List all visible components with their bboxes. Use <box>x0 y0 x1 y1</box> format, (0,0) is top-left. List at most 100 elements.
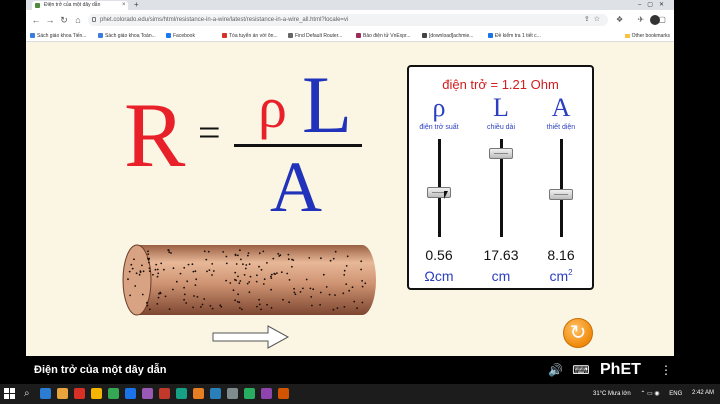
impurity-dot <box>294 293 297 296</box>
folder-icon <box>624 34 630 38</box>
impurity-dot <box>211 307 214 310</box>
taskbar-app-icon[interactable] <box>210 388 221 399</box>
bookmark-item[interactable]: Tòa tuyển án với ôn... <box>222 30 278 42</box>
bookmark-item[interactable]: Đề kiểm tra 1 tiết c... <box>488 30 541 42</box>
impurity-dot <box>302 287 304 290</box>
sim-navbar: Điện trở của một dây dẫn 🔊 ⌨ PhET ⋮ <box>26 356 674 384</box>
bookmark-item[interactable]: Find Default Router... <box>288 30 342 42</box>
impurity-dot <box>183 298 185 301</box>
windows-start-icon[interactable] <box>4 388 16 400</box>
unit-text: cm <box>549 268 569 284</box>
impurity-dot <box>239 249 241 252</box>
impurity-dot <box>194 270 197 273</box>
language-indicator[interactable]: ENG <box>669 391 682 397</box>
taskbar-app-icon[interactable] <box>125 388 136 399</box>
slider-thumb[interactable] <box>549 188 573 200</box>
sound-keyboard-icons[interactable]: 🔊 ⌨ <box>548 362 593 378</box>
bookmark-favicon-icon <box>288 33 293 38</box>
impurity-dot <box>292 259 295 261</box>
windows-taskbar: ⌕ 31°C Mưa lớn ⌃ ▭ ◉ ENG 2:42 AM <box>0 384 720 404</box>
taskbar-app-icon[interactable] <box>193 388 204 399</box>
bookmark-item[interactable]: [download]achmie... <box>422 30 473 42</box>
impurity-dot <box>270 273 273 276</box>
impurity-dot <box>356 307 358 310</box>
slider-symbol: L <box>493 93 509 122</box>
taskbar-app-icon[interactable] <box>278 388 289 399</box>
taskbar-app-icon[interactable] <box>108 388 119 399</box>
impurity-dot <box>203 250 206 253</box>
taskbar-app-icon[interactable] <box>40 388 51 399</box>
impurity-dot <box>212 270 215 272</box>
home-icon[interactable]: ⌂ <box>72 14 84 26</box>
bookmark-favicon-icon <box>488 33 493 38</box>
impurity-dot <box>360 260 363 263</box>
extensions-icons[interactable]: ❖ ✈ ▢ <box>616 14 672 26</box>
bookmark-favicon-icon <box>30 33 35 38</box>
wire-cylinder <box>122 244 376 316</box>
tab-close-icon[interactable]: × <box>122 1 126 10</box>
slider-thumb[interactable] <box>489 147 513 159</box>
other-bookmarks[interactable]: Other bookmarks <box>624 30 670 42</box>
impurity-dot <box>260 268 263 271</box>
impurity-dot <box>172 267 175 270</box>
tray-icons[interactable]: ⌃ ▭ ◉ <box>640 391 659 397</box>
search-icon[interactable]: ⌕ <box>24 387 30 401</box>
impurity-dot <box>234 271 237 274</box>
profile-avatar[interactable] <box>650 15 660 25</box>
impurity-dot <box>361 280 363 282</box>
taskbar-app-icon[interactable] <box>159 388 170 399</box>
impurity-dot <box>270 275 272 278</box>
weather-widget[interactable]: 31°C Mưa lớn <box>593 391 631 397</box>
impurity-dot <box>156 275 159 278</box>
taskbar-app-icon[interactable] <box>261 388 272 399</box>
impurity-dot <box>200 306 202 308</box>
phet-menu-icon[interactable]: ⋮ <box>660 362 672 378</box>
impurity-dot <box>163 268 165 271</box>
impurity-dot <box>168 251 171 254</box>
address-actions[interactable]: ⇪☆ <box>584 14 604 26</box>
impurity-dot <box>305 278 308 281</box>
phet-logo[interactable]: PhET <box>600 360 641 380</box>
taskbar-app-icon[interactable] <box>142 388 153 399</box>
impurity-dot <box>351 286 354 289</box>
impurity-dot <box>170 252 172 254</box>
taskbar-app-icon[interactable] <box>227 388 238 399</box>
reset-all-button[interactable]: ↻ <box>563 318 593 348</box>
address-bar[interactable]: phet.colorado.edu/sims/html/resistance-i… <box>88 14 608 26</box>
bookmark-item[interactable]: Sách giáo khoa Tiến... <box>30 30 86 42</box>
impurity-dot <box>167 249 170 252</box>
impurity-dot <box>135 272 138 275</box>
taskbar-app-icon[interactable] <box>244 388 255 399</box>
impurity-dot <box>322 273 325 276</box>
impurity-dot <box>332 308 335 311</box>
forward-icon[interactable]: → <box>44 14 56 26</box>
impurity-dot <box>208 269 211 271</box>
impurity-dot <box>145 302 148 304</box>
impurity-dot <box>308 257 311 259</box>
window-controls[interactable]: –▢✕ <box>638 0 670 10</box>
taskbar-app-icon[interactable] <box>74 388 85 399</box>
bookmark-item[interactable]: Facebook <box>166 30 195 42</box>
new-tab-button[interactable]: + <box>134 0 139 10</box>
taskbar-app-icon[interactable] <box>176 388 187 399</box>
equation-rho: ρ <box>258 75 287 140</box>
impurity-dot <box>236 300 239 303</box>
taskbar-app-icon[interactable] <box>91 388 102 399</box>
impurity-dot <box>232 289 235 292</box>
impurity-dot <box>343 269 346 272</box>
bookmark-label: Đề kiểm tra 1 tiết c... <box>495 33 541 39</box>
tab-title: Điện trở của một dây dẫn <box>44 2 101 8</box>
lock-icon <box>92 17 96 22</box>
clock[interactable]: 2:42 AM <box>692 389 714 397</box>
back-icon[interactable]: ← <box>30 14 42 26</box>
browser-tab[interactable]: Điện trở của một dây dẫn × <box>32 1 128 10</box>
impurity-dot <box>311 304 313 307</box>
impurity-dot <box>248 263 251 265</box>
bookmark-item[interactable]: Sách giáo khoa Toán... <box>98 30 156 42</box>
taskbar-app-icon[interactable] <box>57 388 68 399</box>
slider-label: chiều dài <box>486 124 516 131</box>
reload-icon[interactable]: ↻ <box>58 14 70 26</box>
impurity-dot <box>141 264 143 267</box>
bookmark-item[interactable]: Bảo điện tử VnExpr... <box>356 30 411 42</box>
impurity-dot <box>141 293 144 296</box>
